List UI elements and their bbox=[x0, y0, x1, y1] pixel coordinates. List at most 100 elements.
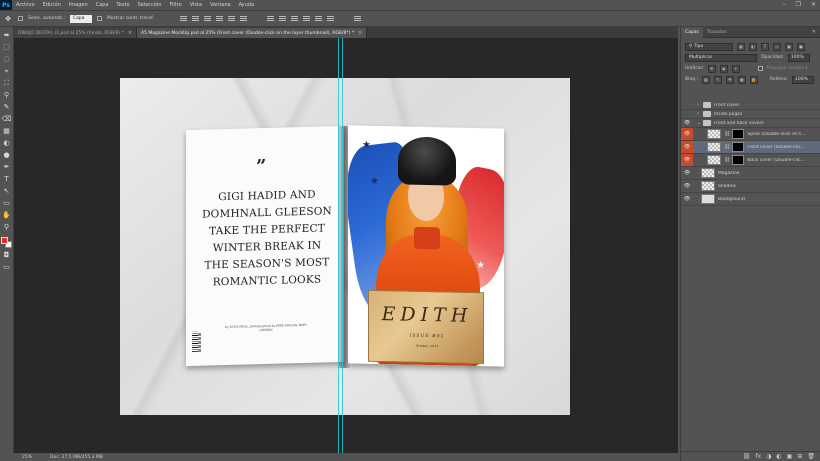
hand-tool-icon[interactable]: ✋ bbox=[2, 211, 12, 220]
mask-thumbnail[interactable] bbox=[732, 155, 745, 165]
auto-select-checkbox[interactable] bbox=[18, 16, 23, 21]
lock-position-icon[interactable]: ✥ bbox=[725, 75, 734, 84]
distribute-right-icon[interactable] bbox=[327, 15, 334, 22]
filter-type-icon[interactable]: T bbox=[761, 42, 769, 51]
layer-back-cover[interactable]: 👁 ⛓ Back cover (Double-clic... bbox=[681, 154, 820, 167]
close-tab-icon[interactable]: × bbox=[358, 30, 362, 36]
new-layer-icon[interactable]: ⊞ bbox=[797, 453, 802, 460]
align-right-icon[interactable] bbox=[240, 15, 247, 22]
filter-adjust-icon[interactable]: ◐ bbox=[749, 42, 757, 51]
menu-seleccion[interactable]: Selección bbox=[134, 2, 166, 8]
layer-thumbnail[interactable] bbox=[701, 181, 715, 191]
layer-thumbnail[interactable] bbox=[707, 142, 721, 152]
close-tab-icon[interactable]: × bbox=[128, 30, 132, 36]
menu-imagen[interactable]: Imagen bbox=[65, 2, 92, 8]
blur-tool-icon[interactable]: ● bbox=[2, 151, 12, 160]
tab-trazados[interactable]: Trazados bbox=[703, 27, 731, 38]
align-hcenter-icon[interactable] bbox=[228, 15, 235, 22]
eye-icon[interactable]: 👁 bbox=[681, 141, 693, 153]
distribute-hcenter-icon[interactable] bbox=[315, 15, 322, 22]
screen-mode-icon[interactable]: ▭ bbox=[2, 263, 12, 272]
link-icon[interactable]: ⛓ bbox=[724, 157, 730, 163]
distribute-left-icon[interactable] bbox=[303, 15, 310, 22]
add-mask-icon[interactable]: ◑ bbox=[766, 453, 771, 460]
lock-transparency-icon[interactable]: ▦ bbox=[701, 75, 710, 84]
menu-vista[interactable]: Vista bbox=[186, 2, 206, 8]
marquee-tool-icon[interactable]: ⬚ bbox=[2, 43, 12, 52]
menu-edicion[interactable]: Edición bbox=[39, 2, 65, 8]
layer-thumbnail[interactable] bbox=[707, 155, 721, 165]
tab-dibujo-digital[interactable]: DIBUJO DIGITAL (1.psd al 25% (fondo, RGB… bbox=[14, 28, 138, 38]
gradient-tool-icon[interactable]: ▦ bbox=[2, 127, 12, 136]
menu-ventana[interactable]: Ventana bbox=[206, 2, 235, 8]
menu-archivo[interactable]: Archivo bbox=[12, 2, 39, 8]
rectangle-tool-icon[interactable]: ▭ bbox=[2, 199, 12, 208]
trash-icon[interactable]: 🗑 bbox=[807, 453, 815, 460]
propagate-frame-checkbox[interactable] bbox=[757, 66, 763, 71]
distribute-vcenter-icon[interactable] bbox=[279, 15, 286, 22]
link-layers-icon[interactable]: ⛓ bbox=[743, 453, 751, 460]
tab-magazine-mockup[interactable]: A5 Magazine MockUp.psd al 25% (Front cov… bbox=[137, 28, 368, 38]
eyedropper-tool-icon[interactable]: ⚲ bbox=[2, 91, 12, 100]
eraser-tool-icon[interactable]: ⌫ bbox=[2, 115, 12, 124]
lock-artboard-icon[interactable]: ▣ bbox=[737, 75, 746, 84]
crop-tool-icon[interactable]: ⛶ bbox=[2, 79, 12, 88]
zoom-level[interactable]: 25% bbox=[22, 455, 32, 460]
layer-style-icon[interactable]: fx bbox=[756, 453, 762, 460]
lock-pixels-icon[interactable]: ✎ bbox=[713, 75, 722, 84]
align-vcenter-icon[interactable] bbox=[192, 15, 199, 22]
layer-front-cover-group[interactable]: › Front cover bbox=[681, 101, 820, 110]
menu-ayuda[interactable]: Ayuda bbox=[235, 2, 258, 8]
quick-select-tool-icon[interactable]: ⌖ bbox=[2, 67, 12, 76]
eye-icon[interactable]: 👁 bbox=[681, 128, 693, 140]
link-icon[interactable]: ⛓ bbox=[724, 131, 730, 137]
auto-align-icon[interactable] bbox=[354, 15, 361, 22]
fill-input[interactable]: 100% bbox=[792, 75, 814, 84]
layer-thumbnail[interactable] bbox=[701, 194, 715, 204]
move-tool-icon[interactable]: ⬌ bbox=[2, 31, 12, 40]
eye-icon[interactable]: 👁 bbox=[681, 180, 693, 192]
layer-thumbnail[interactable] bbox=[707, 129, 721, 139]
visibility-toggle[interactable] bbox=[681, 110, 693, 118]
visibility-toggle[interactable] bbox=[681, 101, 693, 109]
align-bottom-icon[interactable] bbox=[204, 15, 211, 22]
zoom-tool-icon[interactable]: ⚲ bbox=[2, 223, 12, 232]
transform-controls-checkbox[interactable] bbox=[96, 16, 102, 21]
unify-style-icon[interactable]: ✦ bbox=[731, 64, 740, 73]
new-group-icon[interactable]: ▣ bbox=[787, 453, 793, 460]
guide-line[interactable] bbox=[342, 38, 343, 453]
layer-filter-dropdown[interactable]: ⚲ Tipo bbox=[685, 42, 733, 51]
filter-pixel-icon[interactable]: ▦ bbox=[737, 42, 745, 51]
pen-tool-icon[interactable]: ✒ bbox=[2, 163, 12, 172]
align-left-icon[interactable] bbox=[216, 15, 223, 22]
dodge-tool-icon[interactable]: ◐ bbox=[2, 139, 12, 148]
layer-shadow[interactable]: 👁 Shadow bbox=[681, 180, 820, 193]
brush-tool-icon[interactable]: ✎ bbox=[2, 103, 12, 112]
layer-background[interactable]: 👁 Background bbox=[681, 193, 820, 206]
menu-capa[interactable]: Capa bbox=[92, 2, 113, 8]
auto-select-dropdown[interactable]: Capa bbox=[69, 14, 92, 23]
menu-texto[interactable]: Texto bbox=[112, 2, 133, 8]
filter-shape-icon[interactable]: ▭ bbox=[773, 42, 781, 51]
eye-icon[interactable]: 👁 bbox=[681, 119, 693, 127]
guide-line[interactable] bbox=[338, 38, 339, 453]
align-top-icon[interactable] bbox=[180, 15, 187, 22]
layer-front-cover[interactable]: 👁 ⛓ Front cover (Double-clic... bbox=[681, 141, 820, 154]
layer-magazine[interactable]: 👁 Magazine bbox=[681, 167, 820, 180]
restore-icon[interactable]: ❐ bbox=[796, 1, 801, 8]
mask-thumbnail[interactable] bbox=[732, 142, 745, 152]
blend-mode-dropdown[interactable]: Multiplicar bbox=[685, 53, 757, 62]
eye-icon[interactable]: 👁 bbox=[681, 193, 693, 205]
unify-visibility-icon[interactable]: ◉ bbox=[719, 64, 728, 73]
unify-position-icon[interactable]: ✥ bbox=[707, 64, 716, 73]
quick-mask-icon[interactable]: ◘ bbox=[2, 251, 12, 260]
distribute-top-icon[interactable] bbox=[267, 15, 274, 22]
path-select-tool-icon[interactable]: ↖ bbox=[2, 187, 12, 196]
link-icon[interactable]: ⛓ bbox=[724, 144, 730, 150]
eye-icon[interactable]: 👁 bbox=[681, 167, 693, 179]
opacity-input[interactable]: 100% bbox=[787, 53, 810, 62]
lock-all-icon[interactable]: 🔒 bbox=[749, 75, 758, 84]
layer-thumbnail[interactable] bbox=[701, 168, 715, 178]
adjustment-layer-icon[interactable]: ◐ bbox=[776, 453, 781, 460]
canvas-area[interactable]: ” GIGI HADID AND DOMHNALL GLEESON TAKE T… bbox=[14, 38, 678, 453]
